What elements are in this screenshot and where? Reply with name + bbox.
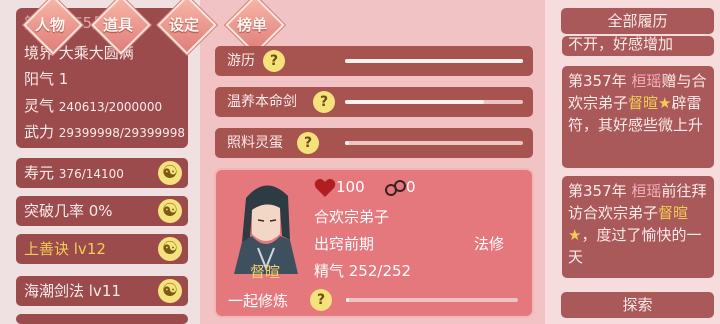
activity-slider[interactable] [345, 141, 523, 145]
history-cut-text: 不开，好感增加 [568, 36, 674, 53]
lifespan-value: 376/14100 [58, 167, 124, 181]
activity-row-sword[interactable]: 温养本命剑 ? [215, 87, 533, 117]
skill-haichao-label: 海潮剑法 lv11 [24, 282, 121, 300]
lifespan-label: 寿元 [24, 164, 55, 182]
link-icon [385, 180, 406, 196]
history-entry: 第357年 桓瑶前往拜访合欢宗弟子督暄★，度过了愉快的一天 [562, 176, 714, 278]
nav-ranking-label[interactable]: 榜单 [237, 14, 267, 35]
character-portrait [228, 178, 304, 274]
entry-year: 第357年 [568, 72, 627, 90]
wuli-label: 武力 [24, 123, 55, 141]
breakthrough-row[interactable]: 突破几率 0% ☯ [16, 196, 188, 226]
question-icon[interactable]: ? [297, 132, 319, 154]
lingqi-value: 240613/2000000 [58, 100, 163, 114]
activity-slider[interactable] [345, 59, 523, 63]
entry-target: 督暄★ [628, 94, 672, 112]
question-icon[interactable]: ? [313, 91, 335, 113]
entry-actor: 桓瑶 [631, 182, 662, 200]
train-row[interactable]: 一起修炼 ? [224, 288, 524, 312]
lifespan-row[interactable]: 寿元 376/14100 ☯ [16, 158, 188, 188]
character-sect: 合欢宗弟子 [314, 208, 390, 226]
entry-year: 第357年 [568, 182, 627, 200]
skill-haichao-row[interactable]: 海潮剑法 lv11 ☯ [16, 276, 188, 306]
activity-slider[interactable] [345, 100, 523, 104]
affection-value: 100 [336, 178, 365, 196]
train-slider-fill [346, 298, 350, 302]
activity-slider-fill [345, 141, 349, 145]
activity-row-travel[interactable]: 游历 ? [215, 46, 533, 76]
train-slider[interactable] [346, 298, 518, 302]
nav-character-label[interactable]: 人物 [35, 14, 65, 35]
activity-label: 游历 [227, 53, 255, 69]
skill-shangshan-label: 上善诀 lv12 [24, 240, 106, 258]
activity-label: 温养本命剑 [227, 94, 297, 110]
lingqi-label: 灵气 [24, 97, 55, 115]
character-name: 督暄 [249, 263, 280, 281]
history-entry: 第357年 桓瑶赠与合欢宗弟子督暄★辟雷符，其好感些微上升 [562, 66, 714, 168]
wuli-line: 武力 29399998/29399998 [24, 121, 185, 142]
nav-items-label[interactable]: 道具 [103, 14, 133, 35]
train-label: 一起修炼 [228, 292, 289, 310]
activity-row-egg[interactable]: 照料灵蛋 ? [215, 128, 533, 158]
skill-shangshan-row[interactable]: 上善诀 lv12 ☯ [16, 234, 188, 264]
yang-text: 阳气 1 [24, 70, 69, 88]
character-card[interactable]: 督暄 100 0 合欢宗弟子 出窍前期 法修 精气 252/252 一起修炼 ? [214, 168, 534, 318]
yin-yang-icon[interactable]: ☯ [158, 279, 182, 303]
breakthrough-label: 突破几率 0% [24, 202, 113, 220]
explore-button[interactable]: 探索 [561, 292, 714, 318]
heart-icon [314, 178, 336, 197]
yin-yang-icon[interactable]: ☯ [158, 199, 182, 223]
character-profession: 法修 [474, 235, 505, 253]
bond-value: 0 [406, 178, 416, 196]
character-stage: 出窍前期 [314, 235, 375, 253]
question-icon[interactable]: ? [263, 50, 285, 72]
nav-settings-label[interactable]: 设定 [169, 14, 199, 35]
character-jingqi: 精气 252/252 [314, 262, 412, 280]
entry-actor: 桓瑶 [631, 72, 662, 90]
activity-slider-fill [345, 59, 523, 63]
yin-yang-icon[interactable]: ☯ [158, 237, 182, 261]
history-header-button[interactable]: 全部履历 [561, 8, 714, 34]
yin-yang-icon[interactable]: ☯ [158, 161, 182, 185]
entry-text: ，度过了愉快的一天 [568, 226, 702, 266]
lingqi-line: 灵气 240613/2000000 [24, 95, 162, 116]
activity-slider-fill [345, 100, 484, 104]
activity-label: 照料灵蛋 [227, 135, 283, 151]
left-row-partial [16, 314, 188, 324]
question-icon[interactable]: ? [310, 289, 332, 311]
wuli-value: 29399998/29399998 [58, 126, 185, 140]
history-entry-partial: 不开，好感增加 [562, 36, 714, 56]
